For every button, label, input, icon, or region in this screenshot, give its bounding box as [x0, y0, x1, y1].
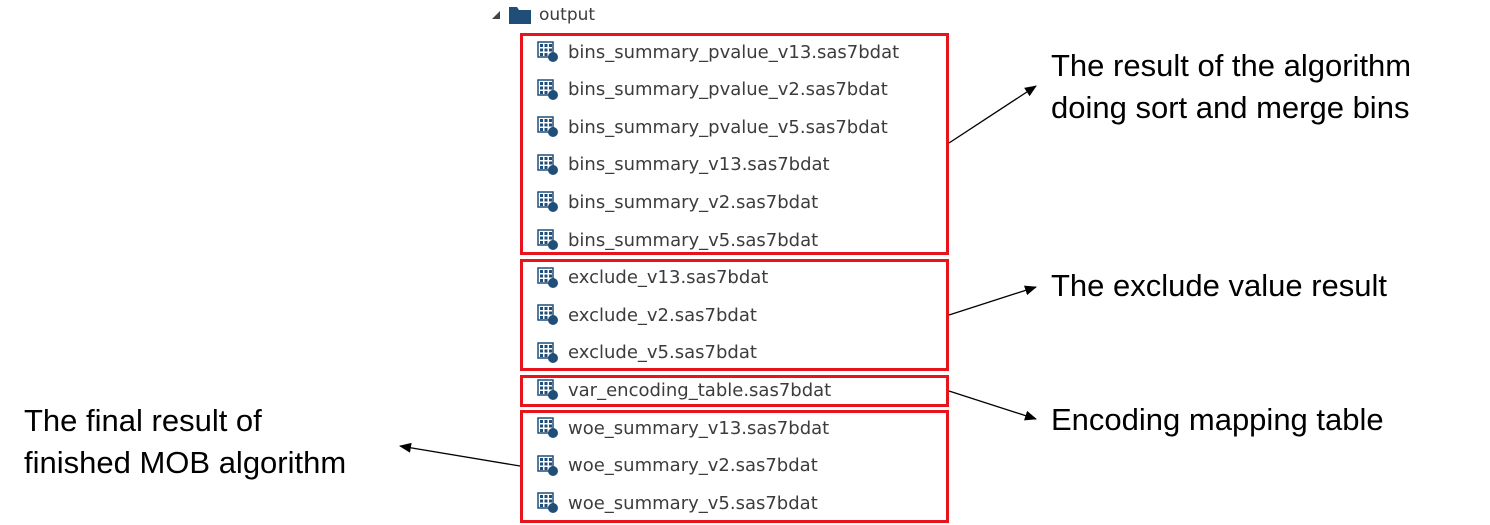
sort-merge-annotation: The result of the algorithm doing sort a…: [1051, 45, 1411, 129]
exclude-annotation: The exclude value result: [1051, 268, 1388, 303]
encoding-annotation: Encoding mapping table: [1051, 402, 1384, 437]
final-annotation-line2: finished MOB algorithm: [24, 445, 347, 480]
final-annotation: The final result of finished MOB algorit…: [24, 400, 346, 484]
sort-merge-arrow: [948, 85, 1037, 144]
sort-merge-annotation-line1: The result of the algorithm: [1051, 48, 1412, 83]
sort-merge-annotation-line2: doing sort and merge bins: [1051, 90, 1410, 125]
final-arrow: [399, 442, 521, 467]
final-annotation-line1: The final result of: [24, 403, 262, 438]
exclude-arrow: [948, 285, 1037, 316]
encoding-arrow: [948, 390, 1037, 421]
